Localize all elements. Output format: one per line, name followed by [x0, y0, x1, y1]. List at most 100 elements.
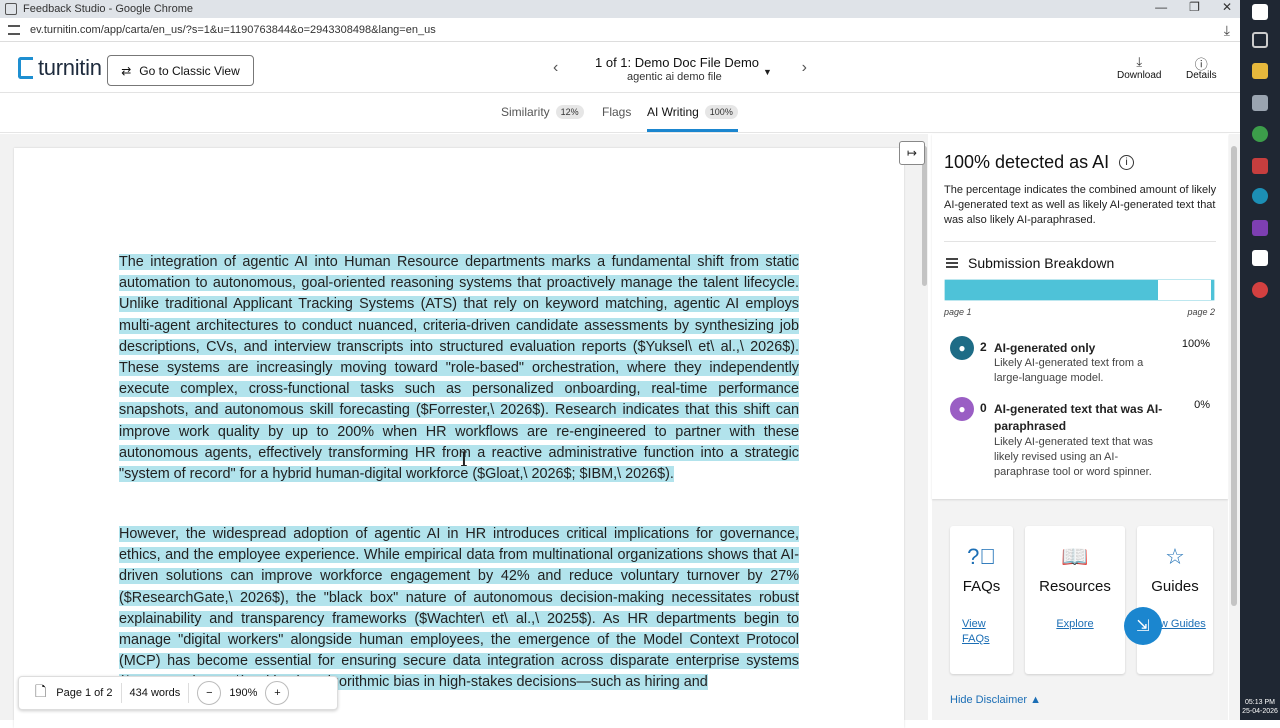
collapse-arrow-icon: ↦	[906, 146, 918, 160]
collapse-panel-button[interactable]: ↦	[899, 141, 925, 165]
download-indicator-icon[interactable]: ⤓	[1224, 22, 1230, 39]
divider	[944, 241, 1216, 242]
site-settings-icon[interactable]	[8, 24, 20, 35]
item-label: AI-generated text that was AI-paraphrase…	[994, 402, 1163, 433]
breakdown-item-ai-only[interactable]: ● 2 AI-generated only 100% Likely AI-gen…	[950, 336, 1210, 396]
page-indicator[interactable]: Page 1 of 2	[56, 687, 112, 699]
resources-title: Resources	[1039, 578, 1111, 595]
window-title: Feedback Studio - Google Chrome	[23, 3, 193, 15]
paragraph-1: The integration of agentic AI into Human…	[119, 252, 799, 485]
document-viewer[interactable]: The integration of agentic AI into Human…	[0, 134, 928, 728]
item-label: AI-generated only	[994, 341, 1096, 355]
app-icon[interactable]	[1252, 220, 1268, 236]
details-button[interactable]: ⓘ Details	[1186, 54, 1217, 81]
divider	[188, 683, 190, 703]
ai-description: The percentage indicates the combined am…	[944, 184, 1217, 226]
details-label: Details	[1186, 70, 1217, 81]
view-faqs-link[interactable]: View FAQs	[950, 617, 1005, 647]
url-text[interactable]: ev.turnitin.com/app/carta/en_us/?s=1&u=1…	[30, 24, 436, 36]
windows-start-icon[interactable]	[1252, 4, 1268, 20]
word-count: 434 words	[129, 687, 181, 699]
scroll-thumb[interactable]	[1231, 146, 1237, 606]
scroll-thumb[interactable]	[922, 146, 927, 286]
previous-document-icon[interactable]: ‹	[553, 59, 558, 77]
ai-detection-title: 100% detected as AI i	[944, 152, 1135, 173]
faqs-card[interactable]: ?⃝ FAQs View FAQs	[950, 526, 1013, 674]
next-document-icon[interactable]: ›	[802, 59, 807, 77]
robot-icon: ●	[950, 336, 974, 360]
paragraph-2: However, the widespread adoption of agen…	[119, 524, 799, 694]
zoom-out-icon[interactable]: −	[197, 681, 222, 705]
swap-arrows-icon: ⇄	[121, 63, 132, 78]
maximize-icon[interactable]: ❐	[1189, 0, 1200, 14]
star-icon: ☆	[1165, 544, 1185, 569]
minimize-icon[interactable]: —	[1155, 0, 1167, 14]
ai-writing-badge: 100%	[704, 105, 738, 119]
file-explorer-icon[interactable]	[1252, 63, 1268, 79]
tab-similarity[interactable]: Similarity 12%	[501, 105, 584, 119]
shield-icon[interactable]	[1252, 250, 1268, 266]
classic-view-button[interactable]: ⇄ Go to Classic View	[107, 55, 254, 86]
clock-date: 25-04-2026	[1242, 708, 1278, 715]
page-end-label: page 2	[1187, 307, 1215, 317]
chrome-icon[interactable]	[1252, 126, 1268, 142]
hide-disclaimer-label: Hide Disclaimer	[950, 694, 1028, 706]
guides-title: Guides	[1151, 578, 1199, 595]
task-view-icon[interactable]	[1252, 32, 1268, 48]
breakdown-item-ai-paraphrased[interactable]: ● 0 AI-generated text that was AI-paraph…	[950, 397, 1210, 487]
system-clock[interactable]: 05:13 PM 25-04-2026	[1242, 698, 1278, 716]
tab-flags[interactable]: Flags	[602, 105, 631, 119]
zoom-level: 190%	[229, 687, 258, 699]
tab-label: Flags	[602, 105, 632, 119]
info-icon[interactable]: i	[1119, 155, 1135, 170]
help-launcher-icon[interactable]: ⇲	[1124, 607, 1162, 645]
item-description: Likely AI-generated text that was likely…	[994, 436, 1153, 478]
zoom-in-icon[interactable]: +	[265, 681, 290, 705]
divider	[120, 683, 122, 703]
logo-mark-icon	[18, 57, 33, 79]
highlighted-text[interactable]: The integration of agentic AI into Human…	[119, 254, 799, 483]
item-count: 0	[980, 401, 987, 415]
tab-ai-writing[interactable]: AI Writing 100%	[647, 105, 738, 119]
ai-detection-card: 100% detected as AI i The percentage ind…	[932, 134, 1228, 499]
faqs-title: FAQs	[962, 578, 1001, 595]
document-title: 1 of 1: Demo Doc File Demo	[595, 55, 760, 70]
document-page: The integration of agentic AI into Human…	[14, 148, 904, 728]
app-icon	[5, 3, 17, 15]
address-bar[interactable]: ev.turnitin.com/app/carta/en_us/?s=1&u=1…	[0, 18, 1240, 42]
submission-breakdown-heading: Submission Breakdown	[946, 255, 1114, 271]
app-icon[interactable]	[1252, 95, 1268, 111]
tab-label: Similarity	[501, 105, 550, 119]
tab-label: AI Writing	[647, 105, 699, 119]
ai-bar-fill	[945, 280, 1158, 300]
question-icon: ?⃝	[967, 544, 996, 569]
resources-card[interactable]: 📖 Resources Explore	[1025, 526, 1125, 674]
guides-card[interactable]: ☆ Guides View Guides	[1137, 526, 1213, 674]
app-icon[interactable]	[1252, 282, 1268, 298]
download-button[interactable]: ⤓ Download	[1117, 54, 1161, 81]
page-distribution-bar[interactable]	[944, 279, 1215, 301]
text-cursor-icon: I	[460, 447, 468, 471]
turnitin-logo[interactable]: turnitin	[18, 55, 102, 81]
document-dropdown-icon[interactable]: ▼	[763, 67, 772, 77]
item-percent: 0%	[1194, 399, 1210, 411]
app-header: turnitin ⇄ Go to Classic View ‹ 1 of 1: …	[0, 42, 1240, 93]
hide-disclaimer-toggle[interactable]: Hide Disclaimer ▲	[950, 694, 1041, 706]
paraphrase-robot-icon: ●	[950, 397, 974, 421]
app-icon[interactable]	[1252, 158, 1268, 174]
item-percent: 100%	[1181, 338, 1210, 350]
panel-scrollbar[interactable]	[1229, 134, 1240, 720]
similarity-badge: 12%	[555, 105, 584, 119]
explore-link[interactable]: Explore	[1025, 617, 1125, 632]
highlighted-text[interactable]: However, the widespread adoption of agen…	[119, 526, 799, 691]
classic-view-label: Go to Classic View	[139, 63, 240, 78]
list-icon	[946, 258, 958, 268]
tab-bar: Similarity 12% Flags AI Writing 100%	[0, 93, 1240, 133]
info-icon: ⓘ	[1194, 57, 1208, 72]
document-scrollbar[interactable]	[920, 134, 930, 720]
breakdown-title: Submission Breakdown	[968, 255, 1115, 271]
app-icon[interactable]	[1252, 188, 1268, 204]
active-tab-indicator	[647, 129, 738, 132]
clock-time: 05:13 PM	[1245, 699, 1275, 706]
close-icon[interactable]: ✕	[1222, 0, 1232, 14]
